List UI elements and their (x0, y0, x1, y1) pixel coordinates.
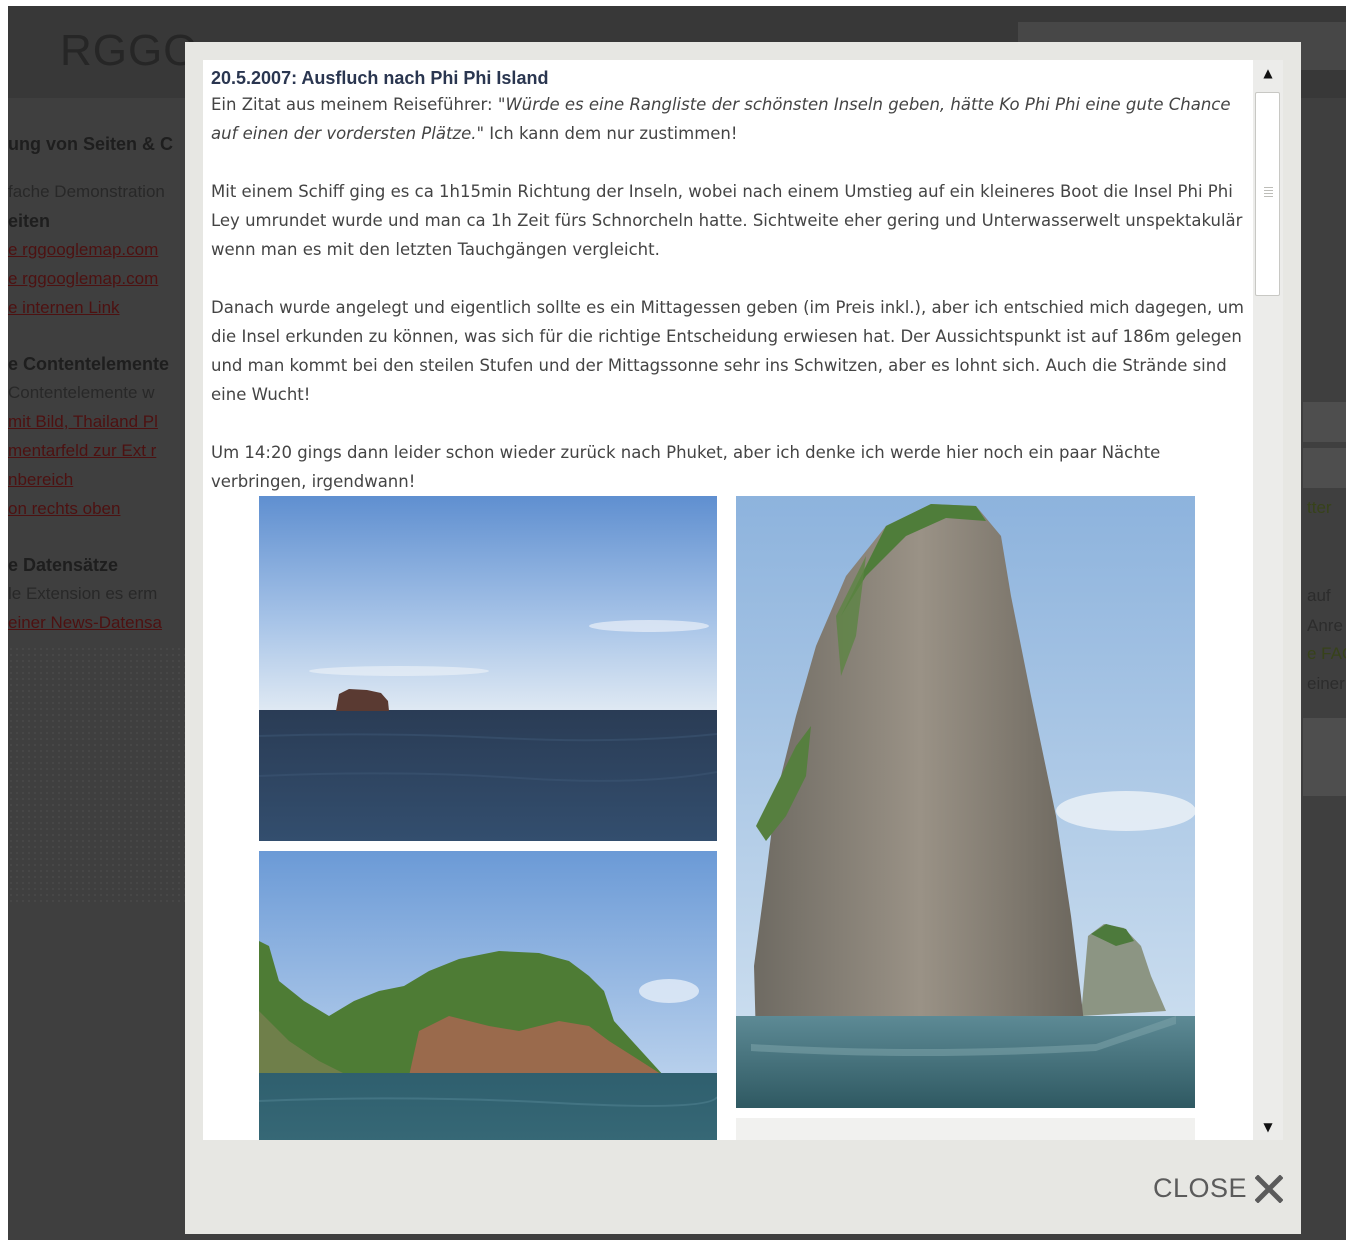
photo-green-island[interactable] (259, 851, 717, 1140)
background-left-item: mentarfeld zur Ext r (8, 441, 157, 460)
background-left-item: mit Bild, Thailand Pl (8, 412, 158, 431)
site-logo: RGGO (60, 26, 199, 75)
background-left-item: e rggooglemap.com (8, 240, 159, 259)
paragraph: Mit einem Schiff ging es ca 1h15min Rich… (211, 182, 1243, 259)
photo-tall-limestone-rock[interactable] (736, 496, 1195, 1108)
paragraph: Danach wurde angelegt und eigentlich sol… (211, 298, 1244, 404)
scroll-down-arrow-icon[interactable]: ▼ (1253, 1114, 1283, 1140)
background-right-item: einer (1307, 674, 1345, 693)
intro-paragraph: Ein Zitat aus meinem Reiseführer: "Würde… (211, 90, 1247, 148)
background-right-item: auf (1307, 586, 1331, 605)
background-left-item: e internen Link (8, 298, 120, 317)
background-bar (1303, 402, 1346, 442)
close-button[interactable]: CLOSE (1153, 1173, 1283, 1204)
paragraph: Um 14:20 gings dann leider schon wieder … (211, 443, 1161, 491)
background-left-item: e Datensätze (8, 555, 119, 575)
photo-small-rock-island[interactable] (259, 496, 717, 841)
close-icon (1255, 1174, 1283, 1203)
close-label: CLOSE (1152, 1173, 1247, 1203)
article: 20.5.2007: Ausfluch nach Phi Phi Island … (211, 68, 1247, 496)
background-right-item: tter (1307, 498, 1332, 517)
scroll-up-arrow-icon[interactable]: ▲ (1253, 60, 1283, 86)
background-left-item: e Contentelemente (8, 354, 170, 374)
photo-gallery (259, 496, 1195, 1140)
photo-small-rock-island-image (259, 496, 717, 841)
background-left-item: ung von Seiten & C (8, 134, 174, 154)
background-bar (1303, 756, 1346, 796)
intro-suffix: " Ich kann dem nur zustimmen! (476, 124, 738, 143)
scrollbar[interactable]: ▲ ▼ (1253, 60, 1283, 1140)
photo-tall-limestone-rock-image (736, 496, 1195, 1108)
background-right-item: Anre (1307, 616, 1343, 635)
photo-partial[interactable] (736, 1118, 1195, 1140)
background-left-item: Contentelemente w (8, 383, 155, 402)
background-left-item: eiten (8, 211, 51, 231)
background-left-item: le Extension es erm (8, 584, 158, 603)
scrollbar-thumb[interactable] (1255, 92, 1280, 296)
scrollbar-grip-icon (1264, 187, 1273, 197)
lightbox-content[interactable]: 20.5.2007: Ausfluch nach Phi Phi Island … (203, 60, 1283, 1140)
background-right-column: tter auf Anre e FAQ einer (1303, 6, 1346, 1240)
background-left-item: on rechts oben (8, 499, 121, 518)
background-left-item: fache Demonstration (8, 182, 165, 201)
background-left-item: einer News-Datensa (8, 613, 163, 632)
article-title: 20.5.2007: Ausfluch nach Phi Phi Island (211, 68, 549, 88)
background-map-pattern (8, 646, 193, 906)
intro-prefix: Ein Zitat aus meinem Reiseführer: " (211, 95, 506, 114)
photo-green-island-image (259, 851, 717, 1140)
background-left-item: nbereich (8, 470, 74, 489)
background-bar (1303, 718, 1346, 758)
background-bar (1303, 448, 1346, 488)
background-right-item: e FAQ (1307, 644, 1346, 663)
lightbox-dialog: 20.5.2007: Ausfluch nach Phi Phi Island … (185, 42, 1301, 1234)
background-left-item: e rggooglemap.com (8, 269, 159, 288)
